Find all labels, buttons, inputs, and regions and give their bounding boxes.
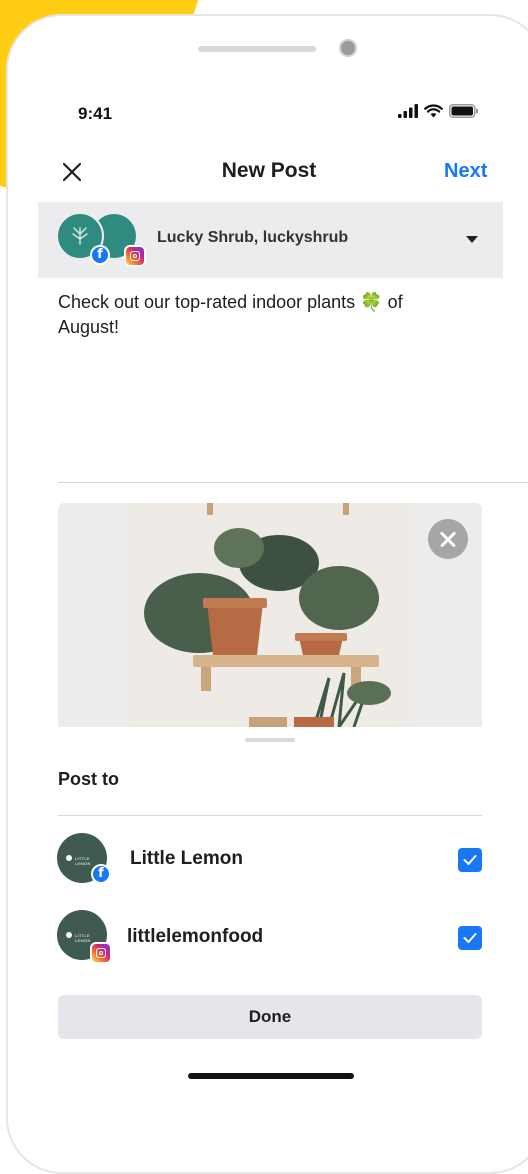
chevron-down-icon [466, 236, 478, 243]
facebook-icon: f [91, 864, 111, 884]
remove-media-button[interactable] [428, 519, 468, 559]
facebook-icon: f [90, 245, 110, 265]
next-button[interactable]: Next [444, 160, 487, 183]
sheet-drag-handle[interactable] [245, 738, 295, 742]
wifi-icon [424, 104, 443, 118]
done-button[interactable]: Done [58, 995, 482, 1039]
post-caption[interactable]: Check out our top-rated indoor plants 🍀 … [58, 290, 458, 340]
account-name: Lucky Shrub, luckyshrub [157, 229, 349, 246]
checkmark-icon [463, 933, 477, 943]
post-to-divider [58, 815, 482, 816]
checkmark-icon [463, 855, 477, 865]
status-icons [398, 104, 479, 118]
post-to-title: Post to [58, 769, 119, 789]
instagram-icon [124, 245, 146, 267]
speaker-grille [198, 46, 316, 52]
plant-shelf-illustration [129, 503, 412, 727]
post-target-row[interactable]: LITTLE LEMON f Little Lemon [38, 831, 503, 891]
phone-frame: 9:41 New Post Next f Lucky Shrub, luckys… [6, 14, 528, 1174]
target-name: littlelemonfood [127, 926, 264, 947]
signal-icon [398, 104, 418, 118]
home-indicator [188, 1073, 354, 1079]
instagram-icon [90, 942, 112, 964]
account-selector[interactable]: f Lucky Shrub, luckyshrub [38, 202, 503, 278]
media-preview [58, 503, 482, 727]
target-name: Little Lemon [130, 848, 243, 869]
battery-icon [449, 104, 478, 118]
plant-photo [129, 503, 412, 727]
instagram-target-checkbox[interactable] [458, 926, 482, 950]
front-camera [339, 39, 357, 57]
facebook-target-checkbox[interactable] [458, 848, 482, 872]
post-target-row[interactable]: LITTLE LEMON littlelemonfood [38, 910, 503, 970]
status-time: 9:41 [78, 104, 113, 123]
caption-divider [58, 482, 528, 483]
